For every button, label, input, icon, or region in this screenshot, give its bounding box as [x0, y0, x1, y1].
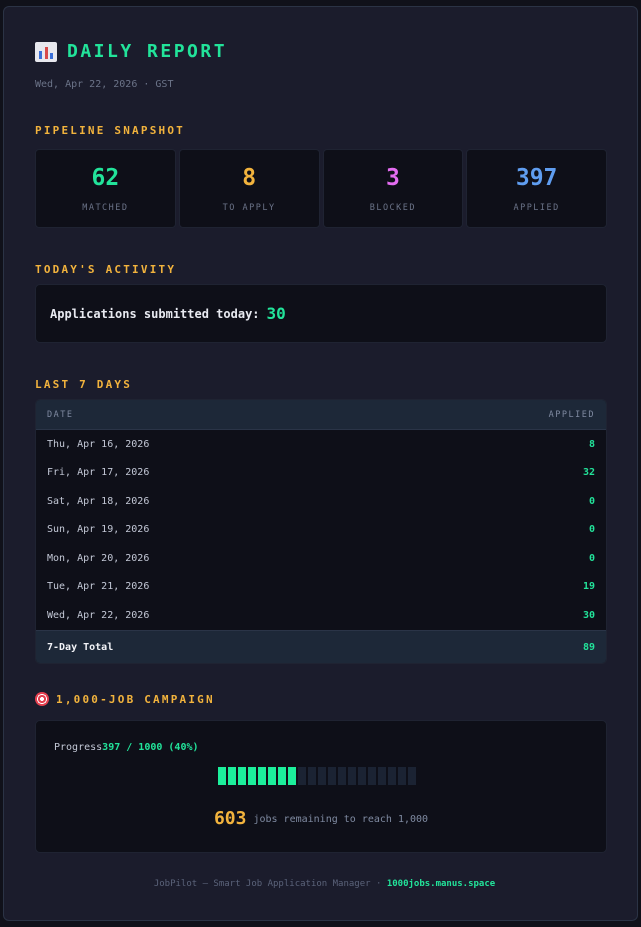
progress-segment-empty	[358, 767, 366, 785]
row-date: Mon, Apr 20, 2026	[47, 552, 150, 564]
progress-segment-empty	[388, 767, 396, 785]
table-header: DATE APPLIED	[36, 400, 606, 430]
progress-segment-empty	[348, 767, 356, 785]
progress-label: Progress	[54, 742, 103, 753]
stat-card: 8 TO APPLY	[178, 149, 320, 228]
table-row: Thu, Apr 16, 2026 8	[36, 430, 606, 459]
stat-value: 3	[385, 165, 400, 191]
table-total-row: 7-Day Total 89	[36, 630, 606, 663]
progress-segment-filled	[258, 767, 266, 785]
bar-chart-icon	[35, 41, 57, 62]
target-icon	[35, 692, 49, 706]
stat-card: 3 BLOCKED	[322, 149, 464, 228]
column-header-applied: APPLIED	[548, 409, 595, 420]
row-applied: 0	[588, 552, 595, 564]
progress-segment-empty	[328, 767, 336, 785]
activity-heading: TODAY'S ACTIVITY	[35, 263, 177, 276]
table-row: Mon, Apr 20, 2026 0	[36, 544, 606, 573]
row-applied: 0	[588, 495, 595, 507]
campaign-heading: 1,000-JOB CAMPAIGN	[35, 692, 215, 706]
footer-link[interactable]: 1000jobs.manus.space	[387, 879, 495, 889]
remaining-label: jobs remaining to reach 1,000	[253, 814, 429, 825]
progress-text: Progress397 / 1000 (40%)	[54, 742, 199, 753]
row-applied: 0	[588, 524, 595, 536]
last7-table: DATE APPLIED Thu, Apr 16, 2026 8 Fri, Apr …	[35, 399, 607, 664]
stat-label: APPLIED	[513, 203, 560, 213]
footer: JobPilot — Smart Job Application Manager…	[4, 879, 641, 889]
snapshot-heading: PIPELINE SNAPSHOT	[35, 124, 185, 137]
progress-segment-empty	[318, 767, 326, 785]
progress-segment-filled	[218, 767, 226, 785]
row-applied: 8	[588, 438, 595, 450]
progress-bar	[218, 767, 416, 785]
progress-segment-empty	[398, 767, 406, 785]
stat-card: 62 MATCHED	[35, 149, 176, 228]
progress-segment-filled	[288, 767, 296, 785]
page-title: DAILY REPORT	[67, 41, 228, 62]
stat-card: 397 APPLIED	[466, 149, 607, 228]
row-date: Sat, Apr 18, 2026	[47, 495, 150, 507]
stat-label: MATCHED	[82, 203, 129, 213]
report-card: DAILY REPORT Wed, Apr 22, 2026 · GST PIP…	[3, 6, 638, 921]
table-row: Wed, Apr 22, 2026 30	[36, 601, 606, 630]
remaining-text: 603 jobs remaining to reach 1,000	[36, 808, 606, 829]
progress-segment-empty	[378, 767, 386, 785]
progress-segment-filled	[228, 767, 236, 785]
row-date: Fri, Apr 17, 2026	[47, 467, 150, 479]
row-date: Wed, Apr 22, 2026	[47, 609, 150, 621]
snapshot-stats: 62 MATCHED 8 TO APPLY 3 BLOCKED 397 APPLIED	[35, 149, 607, 228]
last7-heading: LAST 7 DAYS	[35, 378, 133, 391]
progress-segment-empty	[368, 767, 376, 785]
total-value: 89	[582, 641, 595, 653]
progress-segment-filled	[278, 767, 286, 785]
stat-value: 8	[242, 165, 257, 191]
progress-segment-empty	[298, 767, 306, 785]
activity-value: 30	[266, 304, 286, 323]
stat-label: BLOCKED	[369, 203, 417, 213]
campaign-panel: Progress397 / 1000 (40%) 603 jobs remaini…	[35, 720, 607, 853]
stat-label: TO APPLY	[222, 203, 276, 213]
progress-segment-filled	[238, 767, 246, 785]
stat-value: 62	[91, 165, 120, 191]
report-date: Wed, Apr 22, 2026 · GST	[35, 79, 174, 90]
footer-text: JobPilot — Smart Job Application Manager…	[153, 879, 382, 889]
progress-segment-empty	[338, 767, 346, 785]
progress-segment-empty	[308, 767, 316, 785]
activity-text: Applications submitted today:	[50, 306, 260, 321]
progress-segment-empty	[408, 767, 416, 785]
remaining-value: 603	[213, 808, 247, 829]
progress-segment-filled	[268, 767, 276, 785]
progress-value: 397 / 1000 (40%)	[102, 742, 199, 753]
campaign-heading-text: 1,000-JOB CAMPAIGN	[56, 692, 215, 706]
total-label: 7-Day Total	[47, 641, 114, 653]
column-header-date: DATE	[47, 409, 74, 420]
row-date: Thu, Apr 16, 2026	[47, 438, 150, 450]
table-row: Fri, Apr 17, 2026 32	[36, 459, 606, 488]
progress-segment-filled	[248, 767, 256, 785]
row-date: Tue, Apr 21, 2026	[47, 581, 150, 593]
row-applied: 30	[582, 609, 595, 621]
row-date: Sun, Apr 19, 2026	[47, 524, 150, 536]
table-body: Thu, Apr 16, 2026 8 Fri, Apr 17, 2026 32 Sat…	[36, 430, 606, 630]
table-row: Tue, Apr 21, 2026 19	[36, 573, 606, 602]
table-row: Sat, Apr 18, 2026 0	[36, 487, 606, 516]
stat-value: 397	[515, 165, 558, 191]
row-applied: 32	[582, 467, 595, 479]
table-row: Sun, Apr 19, 2026 0	[36, 516, 606, 545]
report-header: DAILY REPORT	[35, 41, 227, 62]
activity-panel: Applications submitted today: 30	[35, 284, 607, 343]
row-applied: 19	[582, 581, 595, 593]
